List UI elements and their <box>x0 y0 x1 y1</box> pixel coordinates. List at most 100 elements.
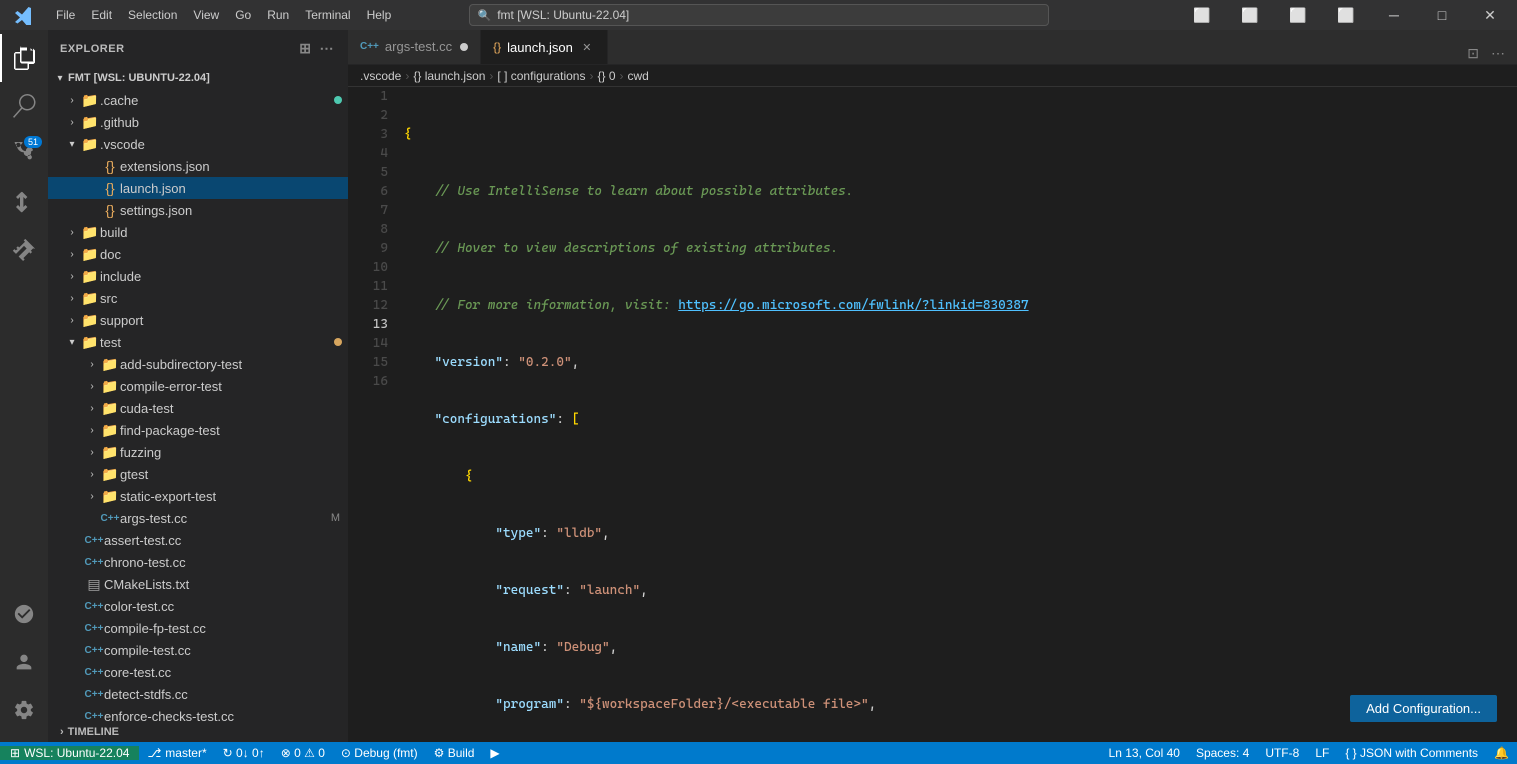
vscode-logo-icon <box>0 0 48 30</box>
settings-file-icon: {} <box>100 202 120 218</box>
tree-root[interactable]: ▾ FMT [WSL: UBUNTU-22.04] <box>48 67 348 89</box>
new-file-icon[interactable]: ⊞ <box>297 38 313 59</box>
breadcrumb-vscode[interactable]: .vscode <box>360 69 401 83</box>
settings-label: settings.json <box>120 203 348 218</box>
breadcrumb-launch[interactable]: {} launch.json <box>413 69 485 83</box>
explorer-icon[interactable] <box>0 34 48 82</box>
layout-btn2[interactable]: ⬜ <box>1227 0 1273 30</box>
status-line-ending[interactable]: LF <box>1307 746 1337 760</box>
gtest-label: gtest <box>120 467 348 482</box>
extensions-icon[interactable] <box>0 226 48 274</box>
menu-run[interactable]: Run <box>259 0 297 30</box>
source-control-icon[interactable]: 51 <box>0 130 48 178</box>
status-branch[interactable]: ⎇ master* <box>139 746 214 760</box>
sidebar-item-args-test[interactable]: C++ args-test.cc M <box>48 507 348 529</box>
cache-arrow-icon: › <box>64 95 80 106</box>
minimize-button[interactable]: ─ <box>1371 0 1417 30</box>
sidebar-item-assert-test[interactable]: C++ assert-test.cc <box>48 529 348 551</box>
tab-args-test[interactable]: C++ args-test.cc <box>348 30 481 64</box>
compile-error-folder-icon: 📁 <box>100 378 120 395</box>
tab-close-button[interactable]: ✕ <box>579 39 595 55</box>
status-spaces[interactable]: Spaces: 4 <box>1188 746 1257 760</box>
menu-terminal[interactable]: Terminal <box>297 0 358 30</box>
layout-btn[interactable]: ⬜ <box>1179 0 1225 30</box>
detect-stdfs-label: detect-stdfs.cc <box>104 687 348 702</box>
sidebar-item-support[interactable]: › 📁 support <box>48 309 348 331</box>
gtest-folder-icon: 📁 <box>100 466 120 483</box>
sidebar-item-github[interactable]: › 📁 .github <box>48 111 348 133</box>
sidebar-item-core-test[interactable]: C++ core-test.cc <box>48 661 348 683</box>
sidebar-item-cuda[interactable]: › 📁 cuda-test <box>48 397 348 419</box>
split-editor-icon[interactable]: ⊡ <box>1463 43 1483 64</box>
git-branch-icon: ⎇ <box>147 746 161 760</box>
status-encoding[interactable]: UTF-8 <box>1257 746 1307 760</box>
status-wsl[interactable]: ⊞ WSL: Ubuntu-22.04 <box>0 746 139 760</box>
sidebar-item-chrono-test[interactable]: C++ chrono-test.cc <box>48 551 348 573</box>
more-editor-icon[interactable]: ⋯ <box>1487 43 1509 64</box>
status-errors[interactable]: ⊗ 0 ⚠ 0 <box>273 746 333 760</box>
sidebar-item-vscode[interactable]: ▾ 📁 .vscode <box>48 133 348 155</box>
breadcrumb-configurations[interactable]: [ ] configurations <box>497 69 585 83</box>
menu-edit[interactable]: Edit <box>83 0 120 30</box>
status-run[interactable]: ▶ <box>482 746 507 760</box>
run-debug-icon[interactable] <box>0 178 48 226</box>
build-folder-icon: 📁 <box>80 224 100 241</box>
breadcrumb-cwd[interactable]: cwd <box>628 69 649 83</box>
sidebar-item-cache[interactable]: › 📁 .cache <box>48 89 348 111</box>
layout-btn3[interactable]: ⬜ <box>1275 0 1321 30</box>
code-editor[interactable]: { // Use IntelliSense to learn about pos… <box>396 87 1517 742</box>
sidebar-item-extensions[interactable]: {} extensions.json <box>48 155 348 177</box>
sidebar-item-find-package[interactable]: › 📁 find-package-test <box>48 419 348 441</box>
menu-help[interactable]: Help <box>359 0 400 30</box>
menu-go[interactable]: Go <box>227 0 259 30</box>
sidebar-item-src[interactable]: › 📁 src <box>48 287 348 309</box>
sidebar-item-launch[interactable]: {} launch.json <box>48 177 348 199</box>
sidebar-item-fuzzing[interactable]: › 📁 fuzzing <box>48 441 348 463</box>
command-search[interactable]: 🔍 fmt [WSL: Ubuntu-22.04] <box>469 4 1049 26</box>
accounts-icon[interactable] <box>0 638 48 686</box>
sidebar-item-gtest[interactable]: › 📁 gtest <box>48 463 348 485</box>
timeline-section[interactable]: › TIMELINE <box>48 722 348 742</box>
sidebar-item-enforce-checks[interactable]: C++ enforce-checks-test.cc <box>48 705 348 722</box>
sidebar-item-compile-fp[interactable]: C++ compile-fp-test.cc <box>48 617 348 639</box>
sidebar-item-add-subdirectory[interactable]: › 📁 add-subdirectory-test <box>48 353 348 375</box>
test-badge <box>334 338 342 346</box>
more-options-icon[interactable]: ⋯ <box>318 38 337 59</box>
titlebar-right: ⬜ ⬜ ⬜ ⬜ ─ □ ✕ <box>1179 0 1517 30</box>
gtest-arrow: › <box>84 469 100 480</box>
run-icon: ▶ <box>490 746 499 760</box>
close-button[interactable]: ✕ <box>1467 0 1513 30</box>
remote-icon[interactable] <box>0 590 48 638</box>
sidebar-item-cmakelists[interactable]: ▤ CMakeLists.txt <box>48 573 348 595</box>
add-configuration-button[interactable]: Add Configuration... <box>1350 695 1497 722</box>
sidebar-header-actions: ⊞ ⋯ <box>297 38 336 59</box>
status-bell[interactable]: 🔔 <box>1486 746 1517 760</box>
status-debug[interactable]: ⊙ Debug (fmt) <box>333 746 426 760</box>
maximize-button[interactable]: □ <box>1419 0 1465 30</box>
sidebar-item-include[interactable]: › 📁 include <box>48 265 348 287</box>
breadcrumb-0[interactable]: {} 0 <box>597 69 615 83</box>
tab-launch-json[interactable]: {} launch.json ✕ <box>481 30 608 64</box>
search-activity-icon[interactable] <box>0 82 48 130</box>
sidebar-item-static-export[interactable]: › 📁 static-export-test <box>48 485 348 507</box>
sidebar-item-compile-test[interactable]: C++ compile-test.cc <box>48 639 348 661</box>
menu-file[interactable]: File <box>48 0 83 30</box>
sidebar-item-compile-error[interactable]: › 📁 compile-error-test <box>48 375 348 397</box>
static-export-arrow: › <box>84 491 100 502</box>
status-language[interactable]: { } JSON with Comments <box>1337 746 1486 760</box>
settings-icon[interactable] <box>0 686 48 734</box>
sidebar-item-test[interactable]: ▾ 📁 test <box>48 331 348 353</box>
layout-btn4[interactable]: ⬜ <box>1323 0 1369 30</box>
launch-file-icon: {} <box>100 180 120 196</box>
sidebar-item-detect-stdfs[interactable]: C++ detect-stdfs.cc <box>48 683 348 705</box>
status-sync[interactable]: ↻ 0↓ 0↑ <box>215 746 273 760</box>
status-left: ⊞ WSL: Ubuntu-22.04 ⎇ master* ↻ 0↓ 0↑ ⊗ … <box>0 746 508 760</box>
sidebar-item-doc[interactable]: › 📁 doc <box>48 243 348 265</box>
menu-view[interactable]: View <box>185 0 227 30</box>
sidebar-item-settings[interactable]: {} settings.json <box>48 199 348 221</box>
menu-selection[interactable]: Selection <box>120 0 185 30</box>
status-position[interactable]: Ln 13, Col 40 <box>1101 746 1188 760</box>
status-build[interactable]: ⚙ Build <box>426 746 483 760</box>
sidebar-item-build[interactable]: › 📁 build <box>48 221 348 243</box>
sidebar-item-color-test[interactable]: C++ color-test.cc <box>48 595 348 617</box>
